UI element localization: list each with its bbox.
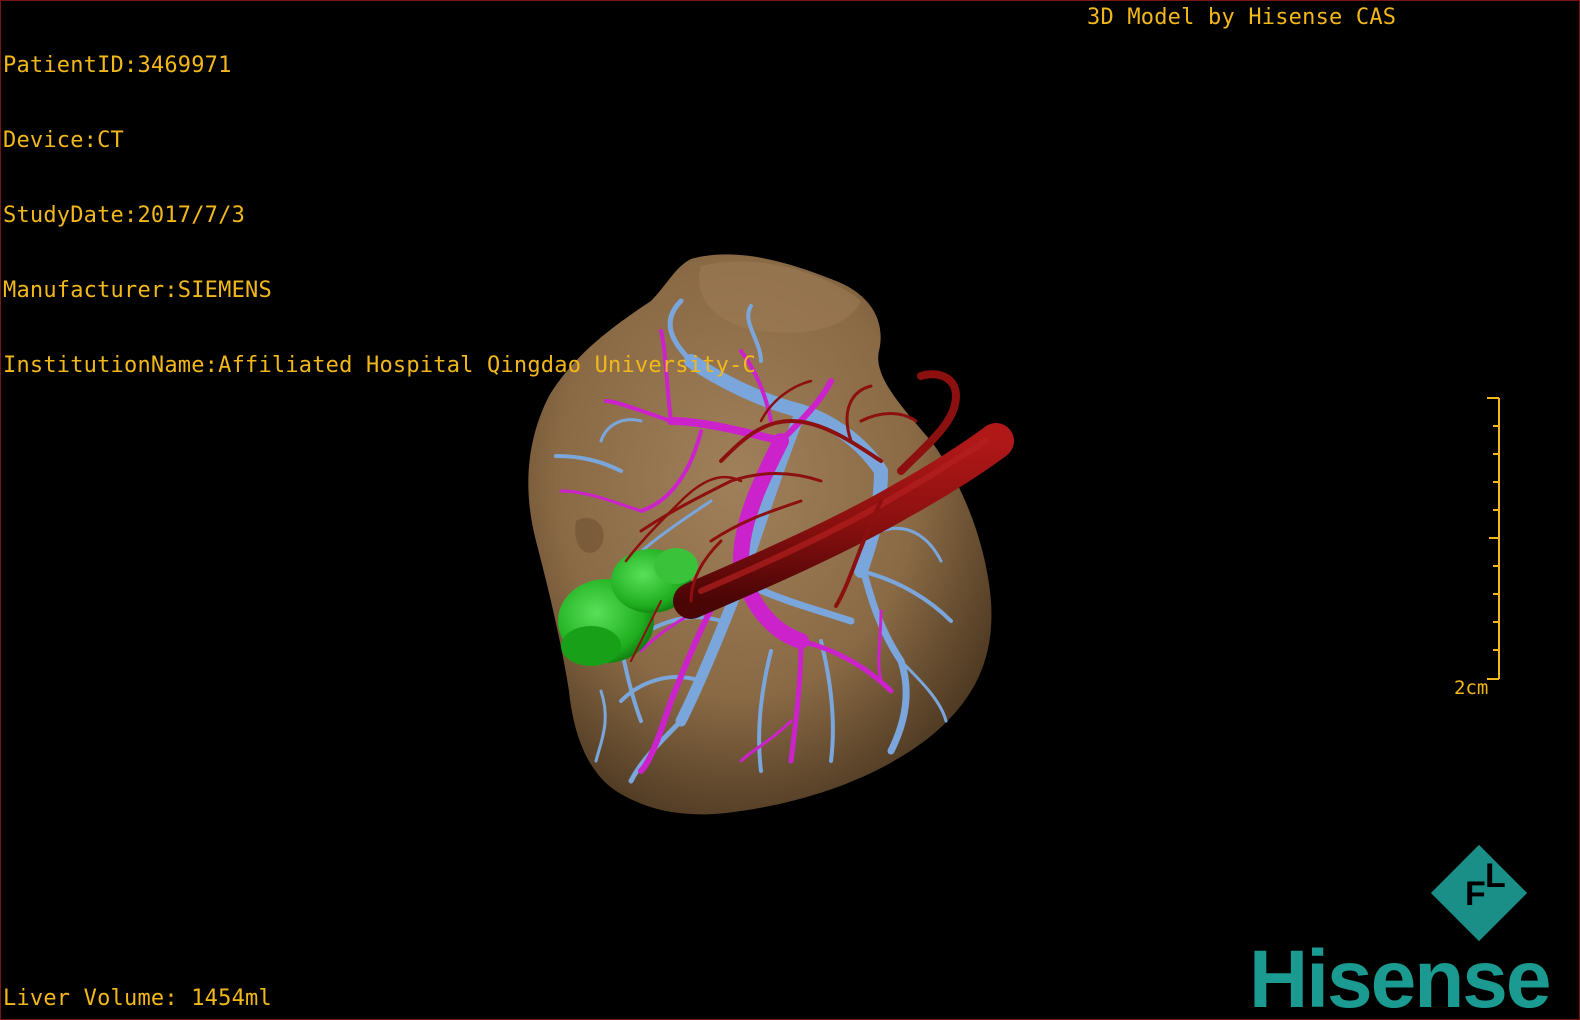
liver-volume: Liver Volume: 1454ml <box>3 986 272 1011</box>
patient-id: PatientID:3469971 <box>3 53 232 78</box>
device: Device:CT <box>3 128 125 153</box>
scale-bar-label: 2cm <box>1454 677 1489 699</box>
model-credit: 3D Model by Hisense CAS <box>1087 5 1397 30</box>
3d-viewport[interactable]: PatientID:3469971 Device:CT StudyDate:20… <box>0 0 1580 1020</box>
dicom-metadata: PatientID:3469971 Device:CT StudyDate:20… <box>3 3 756 428</box>
manufacturer: Manufacturer:SIEMENS <box>3 278 272 303</box>
hisense-wordmark: Hisense <box>1249 934 1552 1020</box>
institution-name: InstitutionName:Affiliated Hospital Qing… <box>3 353 756 378</box>
study-date: StudyDate:2017/7/3 <box>3 203 246 228</box>
